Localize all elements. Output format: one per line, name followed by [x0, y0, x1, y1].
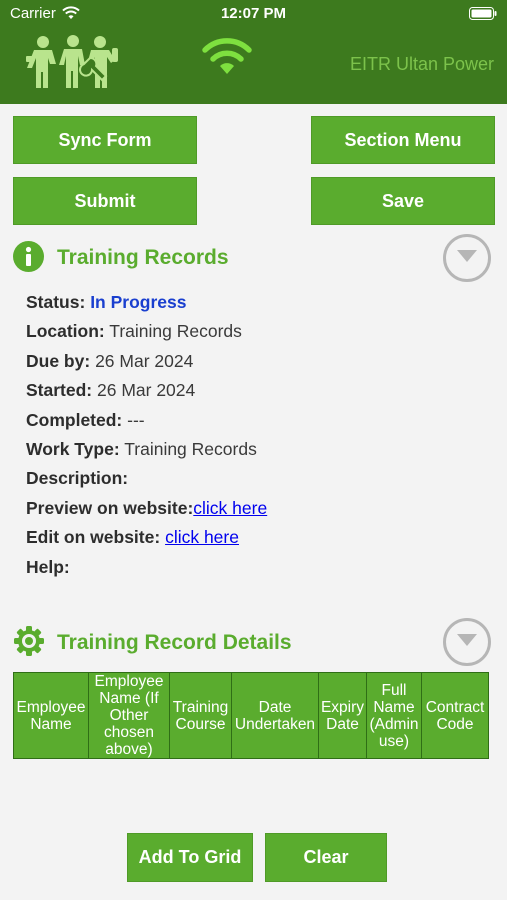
section-menu-button[interactable]: Section Menu — [311, 116, 495, 164]
completed-label: Completed: — [26, 409, 123, 430]
save-button[interactable]: Save — [311, 177, 495, 225]
column-header-contract-code[interactable]: Contract Code — [422, 673, 488, 758]
clear-button[interactable]: Clear — [265, 833, 387, 882]
column-header-employee-name-other[interactable]: Employee Name (If Other chosen above) — [89, 673, 170, 758]
edit-label: Edit on website: — [26, 527, 161, 548]
collapse-details-button[interactable] — [443, 618, 491, 666]
battery-icon — [469, 7, 497, 20]
due-label: Due by: — [26, 350, 91, 371]
work-type-value: Training Records — [124, 438, 257, 459]
description-row: Description: — [26, 464, 486, 493]
due-row: Due by: 26 Mar 2024 — [26, 347, 486, 376]
wifi-signal-icon — [202, 38, 252, 74]
chevron-down-icon — [457, 634, 477, 646]
column-header-expiry-date[interactable]: Expiry Date — [319, 673, 367, 758]
started-label: Started: — [26, 380, 93, 401]
status-label: Status: — [26, 292, 86, 312]
column-header-date-undertaken[interactable]: Date Undertaken — [232, 673, 319, 758]
column-header-training-course[interactable]: Training Course — [170, 673, 232, 758]
help-label: Help: — [26, 556, 70, 577]
gear-icon — [14, 626, 44, 656]
status-bar: Carrier 12:07 PM — [0, 0, 507, 28]
submit-button[interactable]: Submit — [13, 177, 197, 225]
help-row: Help: — [26, 553, 486, 582]
column-header-employee-name[interactable]: Employee Name — [14, 673, 89, 758]
training-records-grid: Employee Name Employee Name (If Other ch… — [13, 672, 489, 759]
work-type-row: Work Type: Training Records — [26, 435, 486, 464]
workers-logo-icon — [26, 35, 118, 88]
training-records-title: Training Records — [57, 246, 229, 269]
preview-link[interactable]: click here — [193, 498, 267, 518]
preview-label: Preview on website: — [26, 497, 194, 518]
work-type-label: Work Type: — [26, 438, 120, 459]
started-value: 26 Mar 2024 — [97, 380, 196, 401]
location-row: Location: Training Records — [26, 317, 486, 346]
status-row: Status: In Progress — [26, 288, 486, 317]
sync-form-button[interactable]: Sync Form — [13, 116, 197, 164]
app-header: Carrier 12:07 PM EITR Ultan Power — [0, 0, 507, 104]
preview-row: Preview on website:click here — [26, 494, 486, 523]
location-value: Training Records — [109, 321, 242, 342]
status-value: In Progress — [90, 292, 187, 312]
training-records-info: Status: In Progress Location: Training R… — [26, 288, 486, 582]
info-icon — [13, 241, 44, 272]
location-label: Location: — [26, 321, 105, 342]
edit-link[interactable]: click here — [165, 527, 239, 547]
column-header-full-name-admin[interactable]: Full Name (Admin use) — [367, 673, 422, 758]
edit-row: Edit on website: click here — [26, 523, 486, 552]
completed-value: --- — [127, 409, 145, 430]
started-row: Started: 26 Mar 2024 — [26, 376, 486, 405]
app-title: EITR Ultan Power — [349, 54, 494, 74]
collapse-training-records-button[interactable] — [443, 234, 491, 282]
due-value: 26 Mar 2024 — [95, 350, 194, 371]
completed-row: Completed: --- — [26, 406, 486, 435]
clock: 12:07 PM — [220, 5, 287, 22]
chevron-down-icon — [457, 250, 477, 262]
training-record-details-title: Training Record Details — [57, 631, 292, 654]
add-to-grid-button[interactable]: Add To Grid — [127, 833, 253, 882]
description-label: Description: — [26, 468, 129, 489]
